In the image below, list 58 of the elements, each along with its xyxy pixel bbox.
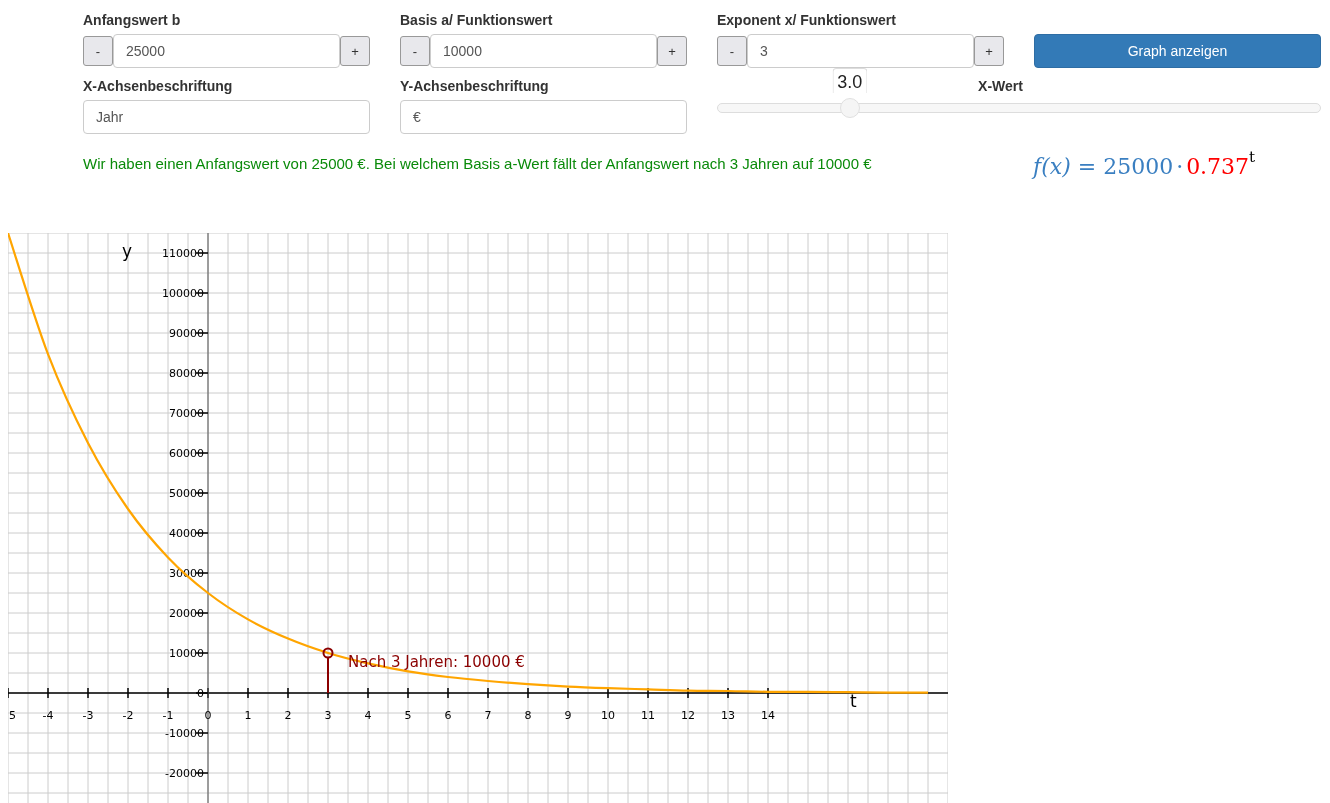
slider-value: 3.0 (832, 68, 868, 93)
field-label: Exponent x/ Funktionswert (717, 11, 897, 30)
tick-label: 80000 (169, 367, 204, 380)
slider-thumb[interactable] (839, 98, 860, 118)
tick-label: -3 (82, 709, 94, 722)
tick-label: -10000 (165, 727, 204, 740)
field-label: Anfangswert b (83, 11, 182, 30)
number-field[interactable]: 25000 (113, 34, 340, 68)
drop-line (327, 657, 329, 694)
tick-label: 7 (484, 709, 492, 722)
tick-label: 10000 (169, 647, 204, 660)
field-label: X-Achsenbeschriftung (83, 77, 234, 96)
tick-label: -1 (162, 709, 174, 722)
tick-label: 10 (601, 709, 615, 722)
show-graph-button[interactable]: Graph anzeigen (1034, 34, 1321, 68)
task-text: Wir haben einen Anfangswert von 25000 €. Bei welchem Basis a-Wert fällt der Anfangswert nach 3 Jahren auf 10000 € (83, 155, 873, 172)
text-field[interactable]: € (400, 100, 687, 134)
decrement-button[interactable]: - (717, 36, 747, 66)
tick-label: 5 (404, 709, 412, 722)
tick-label: -20000 (165, 767, 204, 780)
tick-label: 4 (364, 709, 372, 722)
tick-label: -4 (42, 709, 54, 722)
field-label: Basis a/ Funktionswert (400, 11, 554, 30)
increment-button[interactable]: + (657, 36, 687, 66)
tick-label: 90000 (169, 327, 204, 340)
tick-label: 3 (324, 709, 332, 722)
tick-label: 2 (284, 709, 292, 722)
increment-button[interactable]: + (974, 36, 1004, 66)
formula: f(x) = 25000·0.737$^{t}$ (1033, 148, 1256, 179)
tick-label: -2 (122, 709, 134, 722)
tick-label: 11 (641, 709, 655, 722)
tick-label: 12 (681, 709, 695, 722)
text-field[interactable]: Jahr (83, 100, 370, 134)
decrement-button[interactable]: - (400, 36, 430, 66)
axis-label: t (850, 691, 857, 711)
increment-button[interactable]: + (340, 36, 370, 66)
tick-label: 1 (244, 709, 252, 722)
tick-label: 13 (721, 709, 735, 722)
field-label: Y-Achsenbeschriftung (400, 77, 550, 96)
tick-label: 40000 (169, 527, 204, 540)
tick-label: 6 (444, 709, 452, 722)
tick-label: 5 (9, 709, 16, 722)
tick-label: 110000 (162, 247, 204, 260)
number-field[interactable]: 10000 (430, 34, 657, 68)
tick-label: 9 (564, 709, 572, 722)
tick-label: 8 (524, 709, 532, 722)
tick-label: 0 (204, 709, 212, 722)
number-field[interactable]: 3 (747, 34, 974, 68)
tick-label: 20000 (169, 607, 204, 620)
tick-label: 70000 (169, 407, 204, 420)
tick-label: 100000 (162, 287, 204, 300)
axis-label: y (122, 241, 133, 261)
tick-label: 14 (761, 709, 775, 722)
point-marker (322, 647, 334, 659)
tick-label: 50000 (169, 487, 204, 500)
decrement-button[interactable]: - (83, 36, 113, 66)
slider-track[interactable] (717, 98, 1321, 118)
tick-label: 60000 (169, 447, 204, 460)
